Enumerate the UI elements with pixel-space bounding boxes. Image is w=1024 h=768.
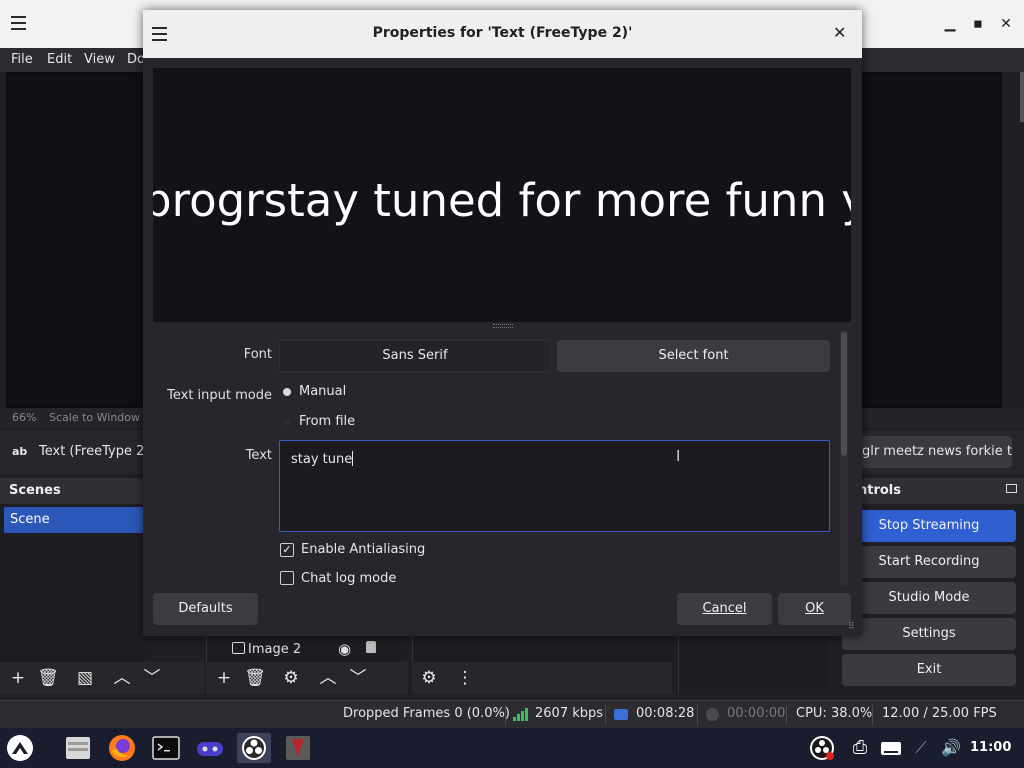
transitions-dock [678,636,828,694]
text-caret [352,451,354,466]
printer-icon[interactable]: ⎙ [845,733,875,763]
menu-file[interactable]: File [11,52,33,67]
source-item-label: Image 2 [248,642,302,657]
mixer-toolbar: ⚙ ⋮ [412,662,672,694]
undock-icon[interactable] [1006,484,1017,493]
more-vertical-icon[interactable]: ⋮ [454,667,476,689]
fps: 12.00 / 25.00 FPS [882,706,997,721]
cpu-usage: CPU: 38.0% [796,706,873,721]
settings-icon[interactable]: ⚙ [280,667,302,689]
record-icon [706,708,719,721]
font-value: Sans Serif [279,340,551,372]
clock[interactable]: 11:00 [970,740,1011,755]
volume-icon[interactable]: 🔊 [936,733,966,763]
scenes-toolbar: + 🗑 ▧ ︿ ﹀ [0,662,204,694]
chevron-down-icon[interactable]: ﹀ [141,667,163,689]
taskbar: ⎙ ⟋ 🔊 11:00 [0,728,1024,768]
chevron-down-icon[interactable]: ﹀ [347,667,369,689]
menu-view[interactable]: View [84,52,115,67]
file-manager-icon[interactable] [63,733,93,763]
maximize-icon[interactable]: ◼ [968,14,988,34]
chat-log-checkbox[interactable] [280,571,294,585]
select-font-button[interactable]: Select font [557,340,830,372]
scene-list-item[interactable]: Scene [4,507,150,533]
close-icon[interactable]: ✕ [996,14,1016,34]
font-label: Font [243,347,272,362]
controls-dock-title: ntrols [850,478,1024,504]
text-input-value: stay tune [291,452,353,467]
source-preview: progrstay tuned for more funn yp [153,68,851,322]
dialog-titlebar: Properties for 'Text (FreeType 2)' ✕ [143,10,862,58]
source-list-item[interactable]: Image 2 ◉ [228,640,408,662]
status-bar: Dropped Frames 0 (0.0%) 2607 kbps 00:08:… [0,700,1024,728]
minimize-button[interactable]: ▁ [940,14,960,34]
keyboard-icon[interactable] [876,733,906,763]
audio-mixer-dock [412,636,672,664]
radio-from-file[interactable] [283,418,291,426]
splitter-handle[interactable] [493,324,513,328]
signal-bars-icon [513,708,529,721]
scenes-dock-title: Scenes [0,478,150,504]
text-source-field[interactable]: oglr meetz news forkie tv [848,436,1012,468]
stream-time: 00:08:28 [636,706,695,721]
radio-manual[interactable] [283,388,291,396]
eye-icon[interactable]: ◉ [338,640,351,658]
streaming-icon [614,709,628,720]
filter-icon[interactable]: ▧ [74,667,96,689]
text-input[interactable]: stay tune [279,440,830,532]
settings-button[interactable]: Settings [842,618,1016,650]
media-app-icon[interactable] [283,733,313,763]
sources-toolbar: + 🗑 ⚙ ︿ ﹀ [206,662,408,694]
trash-icon[interactable]: 🗑 [244,667,266,689]
text-input-mode-label: Text input mode [167,388,272,403]
settings-icon[interactable]: ⚙ [418,667,440,689]
resize-grip-icon[interactable]: ⠿ [848,622,858,632]
ok-button[interactable]: OK [778,593,851,625]
defaults-button[interactable]: Defaults [153,593,258,625]
antialiasing-label[interactable]: Enable Antialiasing [301,542,425,557]
record-time: 00:00:00 [727,706,786,721]
menu-edit[interactable]: Edit [47,52,72,67]
radio-from-file-label[interactable]: From file [299,414,355,429]
selected-source-name: Text (FreeType 2) [39,444,150,459]
add-icon[interactable]: + [213,667,235,689]
chevron-up-icon[interactable]: ︿ [317,667,339,689]
dialog-title: Properties for 'Text (FreeType 2)' [372,25,633,41]
radio-manual-label[interactable]: Manual [299,384,346,399]
chevron-up-icon[interactable]: ︿ [111,667,133,689]
scrollbar[interactable] [1020,72,1024,122]
bitrate: 2607 kbps [535,706,604,721]
start-menu-icon[interactable] [5,733,35,763]
lock-icon[interactable] [366,641,376,653]
properties-dialog: Properties for 'Text (FreeType 2)' ✕ pro… [143,10,862,636]
cancel-button[interactable]: Cancel [677,593,772,625]
add-icon[interactable]: + [7,667,29,689]
image-icon [232,642,245,654]
text-source-icon: ab [12,445,28,458]
scale-mode[interactable]: Scale to Window [49,411,140,424]
obs-icon[interactable] [237,733,271,763]
trash-icon[interactable]: 🗑 [37,667,59,689]
stop-streaming-button[interactable]: Stop Streaming [842,510,1016,542]
zoom-level: 66% [12,411,37,424]
firefox-icon[interactable] [107,733,137,763]
antialiasing-checkbox[interactable]: ✓ [280,543,294,557]
scrollbar-thumb[interactable] [841,332,847,456]
text-label: Text [245,448,272,463]
obs-tray-icon[interactable] [807,733,837,763]
preview-text: progrstay tuned for more funn yp [153,174,851,227]
terminal-icon[interactable] [151,733,181,763]
menu-icon[interactable] [11,16,26,30]
chat-log-label[interactable]: Chat log mode [301,571,396,586]
dropped-frames: Dropped Frames 0 (0.0%) [343,706,510,721]
text-cursor-icon: Ⅰ [676,447,681,465]
exit-button[interactable]: Exit [842,654,1016,686]
game-app-icon[interactable] [195,733,225,763]
network-icon[interactable]: ⟋ [906,733,936,763]
studio-mode-button[interactable]: Studio Mode [842,582,1016,614]
close-icon[interactable]: ✕ [833,23,846,42]
start-recording-button[interactable]: Start Recording [842,546,1016,578]
